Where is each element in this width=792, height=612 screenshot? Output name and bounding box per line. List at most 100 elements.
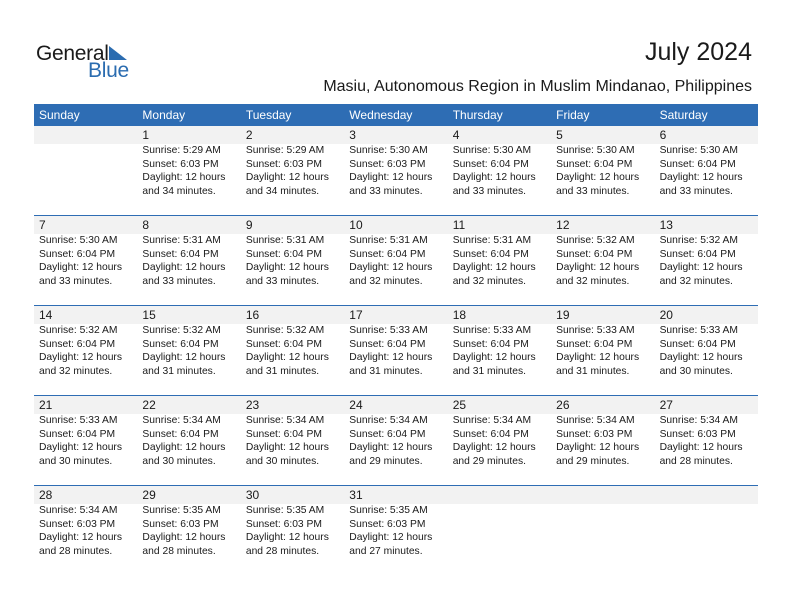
daylight-text: Daylight: 12 hours <box>245 262 329 273</box>
daylight-text: Daylight: 12 hours <box>39 532 122 543</box>
daylight-text: Daylight: 12 hours <box>39 442 122 453</box>
sunset-text: Sunset: 6:04 PM <box>452 428 529 440</box>
daylight-text: Daylight: 12 hours <box>245 532 329 543</box>
sunrise-text: Sunrise: 5:33 AM <box>659 325 738 336</box>
logo-text-blue: Blue <box>88 59 129 82</box>
sunset-text: Sunset: 6:03 PM <box>556 428 633 440</box>
day-cell <box>551 504 654 558</box>
sunrise-text: Sunrise: 5:32 AM <box>556 235 635 246</box>
daylight-text: Daylight: 12 hours <box>452 442 536 453</box>
day-cell: Sunrise: 5:34 AM Sunset: 6:03 PM Daylight:… <box>34 504 137 558</box>
daylight-minutes: and 33 minutes. <box>659 185 733 197</box>
day-details-row: Sunrise: 5:34 AM Sunset: 6:03 PM Daylight:… <box>34 504 758 558</box>
page-title: July 2024 <box>644 38 752 66</box>
day-number-row: 21 22 23 24 25 26 27 <box>34 396 758 414</box>
daylight-text: Daylight: 12 hours <box>245 352 329 363</box>
week-row: 1 2 3 4 5 6 Sunrise: 5:29 AM Sunset: 6:03 PM Day… <box>34 126 758 215</box>
day-number: 19 <box>556 308 570 322</box>
day-number: 24 <box>349 398 363 412</box>
day-number: 5 <box>556 128 563 142</box>
weeks-container: 1 2 3 4 5 6 Sunrise: 5:29 AM Sunset: 6:03 PM Day… <box>34 126 758 575</box>
day-cell: Sunrise: 5:31 AM Sunset: 6:04 PM Daylight:… <box>137 234 240 288</box>
sunrise-text: Sunrise: 5:34 AM <box>245 415 325 426</box>
weekday-thursday: Thursday <box>452 108 503 122</box>
sunrise-text: Sunrise: 5:33 AM <box>39 415 118 426</box>
day-number-row: 7 8 9 10 11 12 13 <box>34 216 758 234</box>
day-cell: Sunrise: 5:30 AM Sunset: 6:04 PM Daylight:… <box>551 144 654 198</box>
sunset-text: Sunset: 6:03 PM <box>245 518 322 530</box>
daylight-text: Daylight: 12 hours <box>349 352 433 363</box>
weekday-friday: Friday <box>556 108 590 122</box>
sunrise-text: Sunrise: 5:30 AM <box>349 145 428 156</box>
day-cell: Sunrise: 5:32 AM Sunset: 6:04 PM Daylight:… <box>241 324 344 378</box>
sunset-text: Sunset: 6:04 PM <box>349 428 426 440</box>
sunrise-text: Sunrise: 5:34 AM <box>659 415 738 426</box>
day-details-row: Sunrise: 5:33 AM Sunset: 6:04 PM Daylight:… <box>34 414 758 468</box>
sunset-text: Sunset: 6:03 PM <box>245 158 322 170</box>
sunset-text: Sunset: 6:04 PM <box>349 338 426 350</box>
daylight-text: Daylight: 12 hours <box>659 352 743 363</box>
daylight-minutes: and 28 minutes. <box>39 545 113 557</box>
weekday-monday: Monday <box>142 108 186 122</box>
sunrise-text: Sunrise: 5:33 AM <box>452 325 532 336</box>
day-cell: Sunrise: 5:29 AM Sunset: 6:03 PM Daylight:… <box>241 144 344 198</box>
day-number: 12 <box>556 218 570 232</box>
day-cell: Sunrise: 5:30 AM Sunset: 6:04 PM Daylight:… <box>655 144 758 198</box>
sunset-text: Sunset: 6:03 PM <box>142 158 219 170</box>
daylight-minutes: and 32 minutes. <box>556 275 630 287</box>
sunrise-text: Sunrise: 5:34 AM <box>142 415 221 426</box>
daylight-text: Daylight: 12 hours <box>39 352 122 363</box>
sunrise-text: Sunrise: 5:30 AM <box>452 145 532 156</box>
sunrise-text: Sunrise: 5:31 AM <box>452 235 532 246</box>
daylight-minutes: and 33 minutes. <box>556 185 630 197</box>
daylight-text: Daylight: 12 hours <box>142 532 226 543</box>
sunset-text: Sunset: 6:04 PM <box>659 338 736 350</box>
day-cell: Sunrise: 5:33 AM Sunset: 6:04 PM Daylight:… <box>655 324 758 378</box>
sunset-text: Sunset: 6:04 PM <box>659 248 736 260</box>
day-cell: Sunrise: 5:31 AM Sunset: 6:04 PM Daylight:… <box>344 234 447 288</box>
day-details-row: Sunrise: 5:30 AM Sunset: 6:04 PM Daylight:… <box>34 234 758 288</box>
day-number <box>551 486 654 504</box>
day-number: 10 <box>349 218 363 232</box>
daylight-minutes: and 31 minutes. <box>556 365 630 377</box>
sunrise-text: Sunrise: 5:33 AM <box>556 325 635 336</box>
daylight-text: Daylight: 12 hours <box>349 172 433 183</box>
day-number: 4 <box>452 128 460 142</box>
sunset-text: Sunset: 6:04 PM <box>39 338 116 350</box>
sunset-text: Sunset: 6:04 PM <box>245 248 322 260</box>
daylight-text: Daylight: 12 hours <box>556 172 640 183</box>
daylight-text: Daylight: 12 hours <box>245 172 329 183</box>
sunrise-text: Sunrise: 5:29 AM <box>142 145 221 156</box>
day-number: 27 <box>659 398 673 412</box>
sunset-text: Sunset: 6:03 PM <box>39 518 116 530</box>
daylight-text: Daylight: 12 hours <box>142 262 226 273</box>
daylight-text: Daylight: 12 hours <box>349 442 433 453</box>
sunset-text: Sunset: 6:04 PM <box>142 428 219 440</box>
day-number: 23 <box>245 398 260 412</box>
sunrise-text: Sunrise: 5:31 AM <box>142 235 221 246</box>
daylight-minutes: and 32 minutes. <box>659 275 733 287</box>
sunset-text: Sunset: 6:04 PM <box>245 428 322 440</box>
weekday-header: Sunday Monday Tuesday Wednesday Thursday… <box>34 104 758 126</box>
sunset-text: Sunset: 6:04 PM <box>659 158 736 170</box>
week-row: 28 29 30 31 Sunrise: 5:34 AM Sunset: 6:03 PM D… <box>34 485 758 575</box>
daylight-text: Daylight: 12 hours <box>659 262 743 273</box>
daylight-minutes: and 31 minutes. <box>452 365 526 377</box>
week-row: 14 15 16 17 18 19 20 Sunrise: 5:32 AM Sunset: 6:… <box>34 305 758 395</box>
daylight-minutes: and 34 minutes. <box>245 185 320 197</box>
day-cell: Sunrise: 5:33 AM Sunset: 6:04 PM Daylight:… <box>448 324 551 378</box>
daylight-text: Daylight: 12 hours <box>659 442 743 453</box>
daylight-minutes: and 32 minutes. <box>39 365 113 377</box>
daylight-text: Daylight: 12 hours <box>39 262 122 273</box>
day-cell: Sunrise: 5:33 AM Sunset: 6:04 PM Daylight:… <box>551 324 654 378</box>
daylight-minutes: and 33 minutes. <box>452 185 526 197</box>
sunrise-text: Sunrise: 5:30 AM <box>659 145 738 156</box>
daylight-minutes: and 29 minutes. <box>349 455 423 467</box>
day-number: 6 <box>659 128 667 142</box>
day-cell: Sunrise: 5:30 AM Sunset: 6:04 PM Daylight:… <box>448 144 551 198</box>
daylight-text: Daylight: 12 hours <box>556 262 640 273</box>
day-number: 13 <box>659 218 673 232</box>
day-cell: Sunrise: 5:33 AM Sunset: 6:04 PM Daylight:… <box>344 324 447 378</box>
daylight-minutes: and 31 minutes. <box>245 365 320 377</box>
daylight-minutes: and 31 minutes. <box>349 365 423 377</box>
